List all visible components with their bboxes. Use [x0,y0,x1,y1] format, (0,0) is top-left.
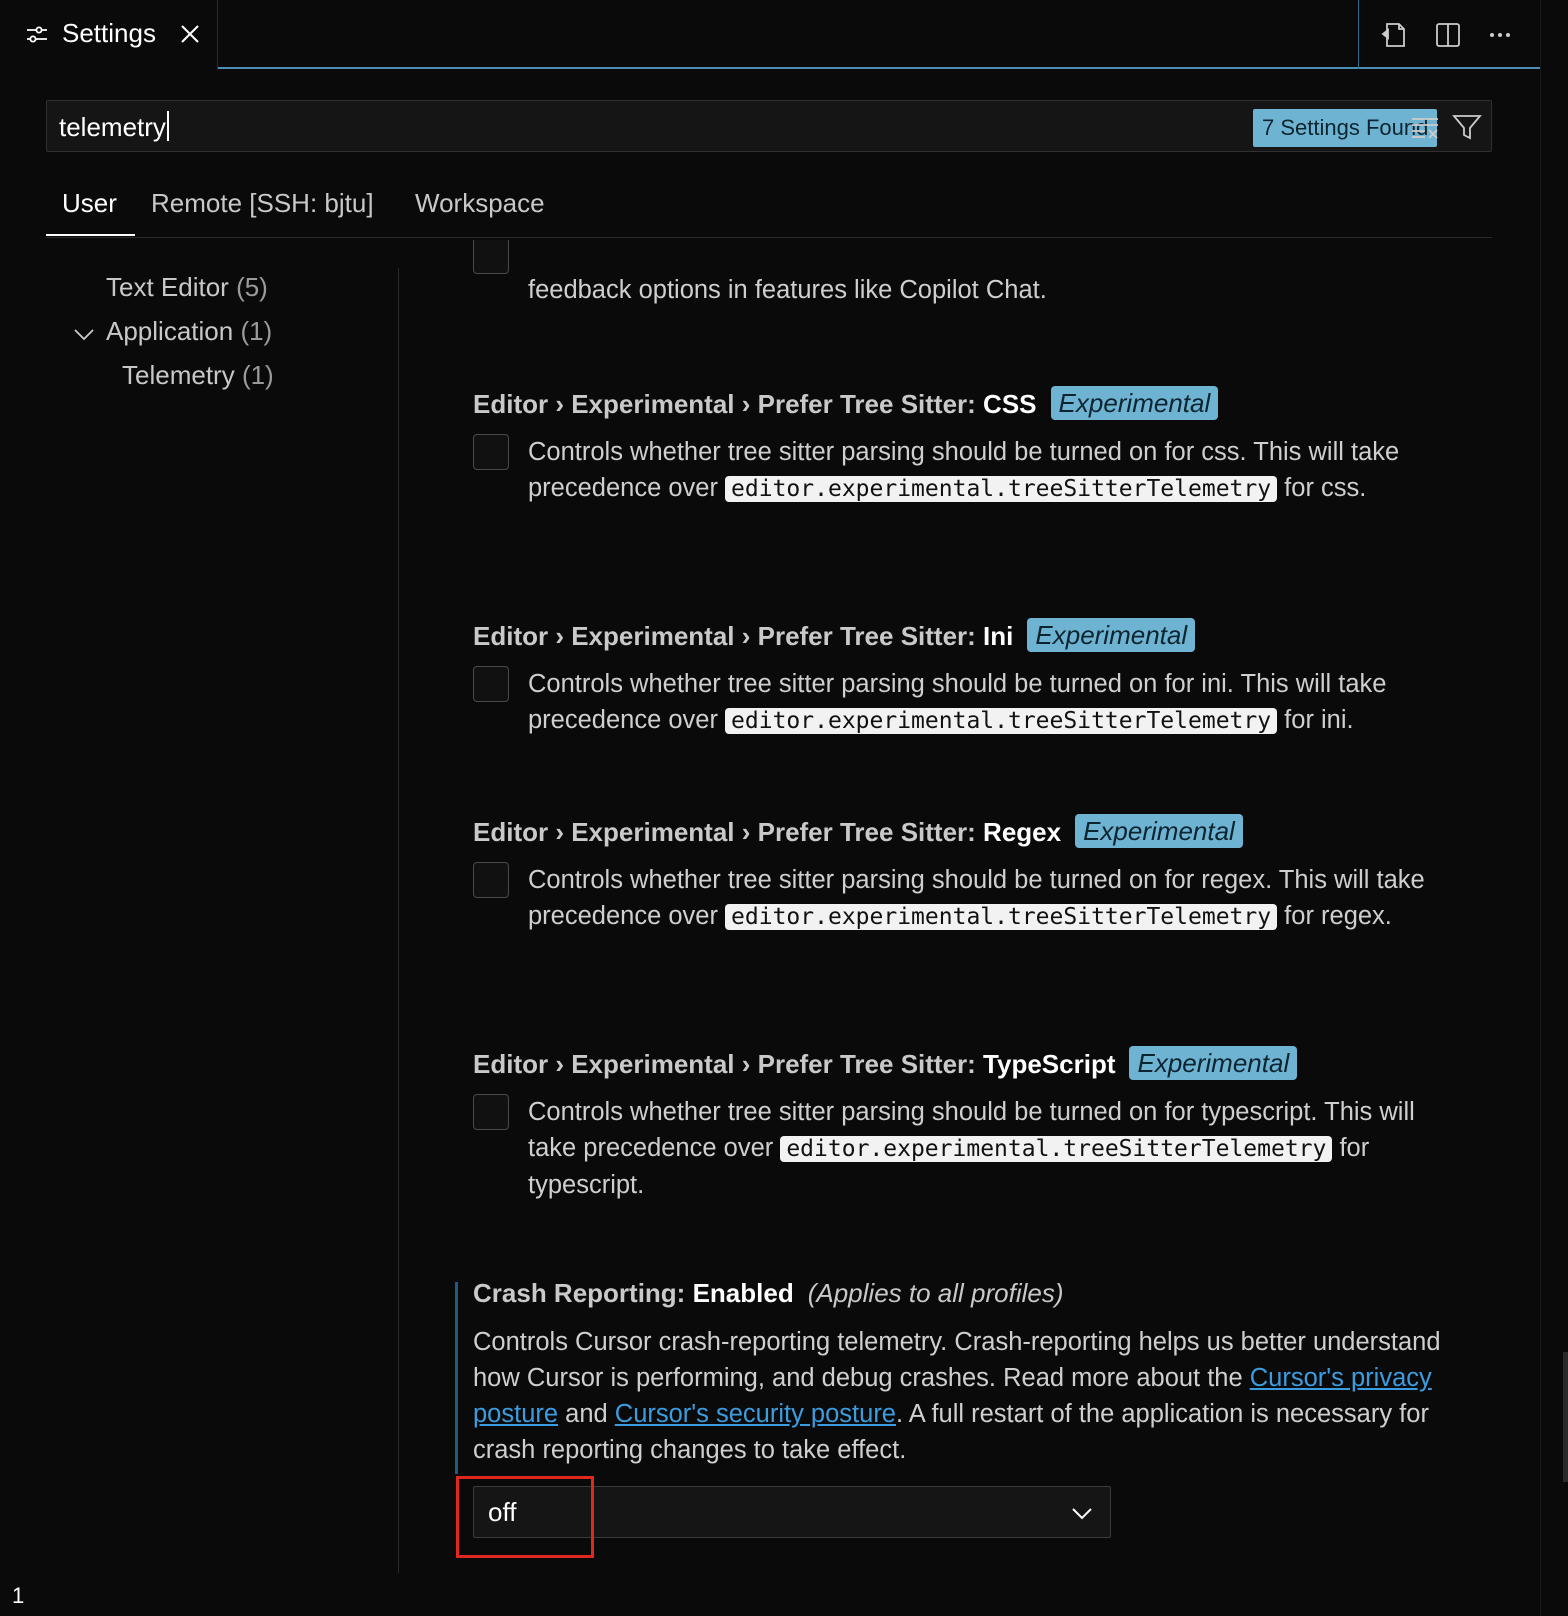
setting-name: CSS [983,389,1037,419]
more-actions-icon[interactable] [1485,20,1515,50]
split-editor-icon[interactable] [1433,20,1463,50]
tab-remote[interactable]: Remote [SSH: bjtu] [151,188,374,219]
close-icon[interactable] [178,22,202,46]
annotation-highlight-box [456,1476,594,1558]
toc-count: (1) [240,316,273,346]
filter-icon[interactable] [1451,111,1483,143]
setting-category: Editor › Experimental › Prefer Tree Sitt… [473,1049,984,1079]
scope-note: (Applies to all profiles) [807,1278,1064,1308]
tab-workspace[interactable]: Workspace [415,188,545,219]
setting-category: Crash Reporting: [473,1278,693,1308]
desc-text: for css. [1277,474,1367,502]
setting-title: Editor › Experimental › Prefer Tree Sitt… [473,386,1219,420]
toc-label: Text Editor [106,272,229,302]
toc-count: (5) [236,272,268,302]
setting-checkbox[interactable] [473,666,509,702]
security-posture-link[interactable]: Cursor's security posture [615,1400,896,1428]
experimental-badge: Experimental [1129,1046,1298,1080]
setting-name: Regex [983,817,1062,847]
editor-actions [1358,0,1540,69]
setting-link-code[interactable]: editor.experimental.treeSitterTelemetry [725,904,1278,930]
setting-name: TypeScript [983,1049,1116,1079]
setting-description: feedback options in features like Copilo… [528,276,1047,304]
setting-category: Editor › Experimental › Prefer Tree Sitt… [473,817,984,847]
setting-category: Editor › Experimental › Prefer Tree Sitt… [473,621,984,651]
setting-title: Crash Reporting: Enabled (Applies to all … [473,1278,1064,1309]
setting-checkbox[interactable] [473,1094,509,1130]
toc-label: Application [106,316,234,346]
text-caret [166,111,169,141]
search-input[interactable]: telemetry [59,111,169,143]
setting-category: Editor › Experimental › Prefer Tree Sitt… [473,389,984,419]
toc-item-telemetry[interactable]: Telemetry (1) [122,360,274,391]
setting-name: Enabled [692,1278,794,1308]
chevron-down-icon[interactable] [1070,1501,1094,1525]
settings-tab-label: Settings [62,18,156,48]
toc-item-application[interactable]: Application (1) [106,316,272,347]
experimental-badge: Experimental [1075,814,1243,848]
experimental-badge: Experimental [1027,618,1196,652]
experimental-badge: Experimental [1050,386,1219,420]
settings-tab[interactable]: Settings [0,0,218,70]
settings-scope-tabs: User Remote [SSH: bjtu] Workspace [46,186,1492,238]
scrollbar-thumb[interactable] [1563,1352,1568,1482]
setting-name: Ini [983,621,1014,651]
desc-text: for ini. [1277,706,1354,734]
desc-text: for regex. [1277,902,1392,930]
toc-divider [398,268,399,1573]
setting-title: Editor › Experimental › Prefer Tree Sitt… [473,1046,1298,1080]
clear-filter-icon[interactable] [1409,111,1441,143]
setting-checkbox[interactable] [473,434,509,470]
setting-title: Editor › Experimental › Prefer Tree Sitt… [473,814,1243,848]
tab-user[interactable]: User [62,188,117,219]
setting-checkbox[interactable] [473,240,509,274]
status-count: 1 [12,1583,25,1608]
setting-description: Controls whether tree sitter parsing sho… [528,862,1428,935]
setting-description: Controls whether tree sitter parsing sho… [528,666,1468,739]
setting-description: Controls whether tree sitter parsing sho… [528,434,1428,507]
active-tab-indicator [46,234,135,236]
toc-item-text-editor[interactable]: Text Editor (5) [106,272,268,303]
setting-description: Controls whether tree sitter parsing sho… [528,1094,1468,1203]
setting-checkbox[interactable] [473,862,509,898]
setting-title: Editor › Experimental › Prefer Tree Sitt… [473,618,1196,652]
setting-link-code[interactable]: editor.experimental.treeSitterTelemetry [725,708,1278,734]
toc-label: Telemetry [122,360,235,390]
settings-search-box[interactable]: telemetry 7 Settings Found [46,100,1492,152]
desc-text: and [558,1400,615,1428]
focused-setting-indicator [455,1282,458,1474]
tab-bar-border [218,67,1540,69]
toc-count: (1) [241,360,274,390]
open-settings-json-icon[interactable] [1379,20,1409,50]
chevron-down-icon[interactable] [72,322,96,346]
setting-link-code[interactable]: editor.experimental.treeSitterTelemetry [725,476,1278,502]
setting-link-code[interactable]: editor.experimental.treeSitterTelemetry [780,1136,1333,1162]
editor-tab-bar: Settings [0,0,1540,70]
setting-description: Controls Cursor crash-reporting telemetr… [473,1324,1463,1468]
settings-sliders-icon [24,22,50,48]
